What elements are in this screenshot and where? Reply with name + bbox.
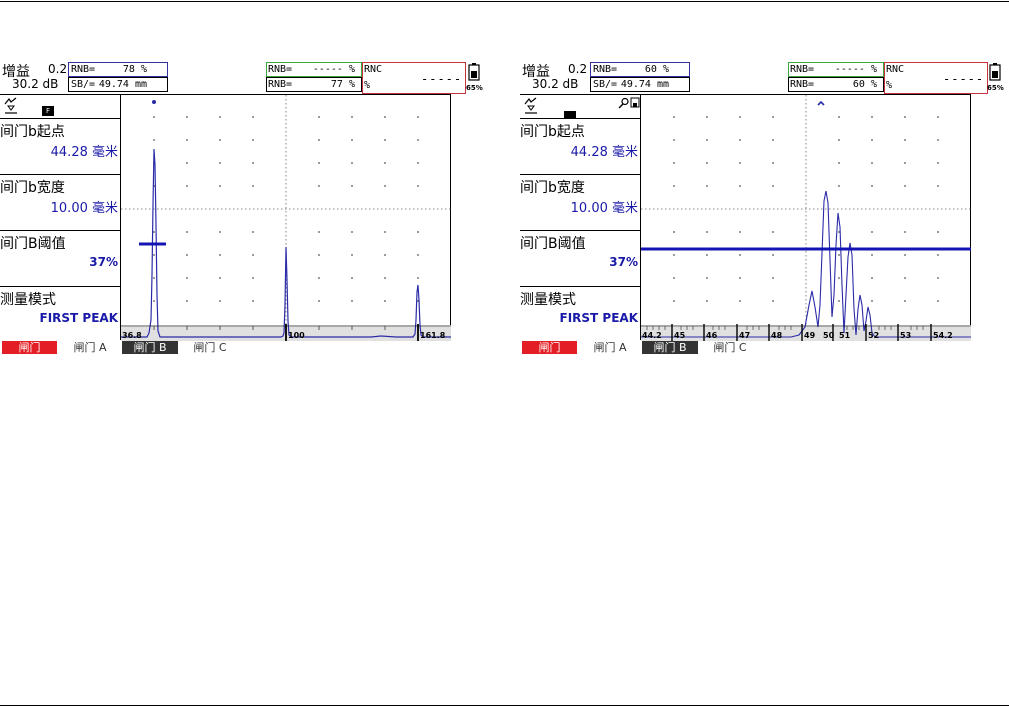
readout-1: RNB= 60 %: [590, 62, 690, 77]
ascan-display[interactable]: 36.8 100 161.8: [121, 94, 451, 341]
axis-tick-label: 100: [288, 331, 305, 340]
battery-percent: 65%: [466, 84, 483, 92]
gain-db[interactable]: 30.2 dB: [532, 77, 578, 91]
readout-2: SB/= 49.74 mm: [68, 77, 168, 92]
axis-tick-label: 51: [839, 331, 851, 340]
readout-1: RNB= 78 %: [68, 62, 168, 77]
menu-item-gate-width[interactable]: 间门b宽度 10.00 毫米: [0, 174, 121, 230]
top-rule: [0, 1, 1009, 2]
readout-2: SB/= 49.74 mm: [590, 77, 690, 92]
axis-tick-label: 53: [900, 331, 911, 340]
menu-item-gate-start[interactable]: 间门b起点 44.28 毫米: [0, 118, 121, 174]
tab-gate-a[interactable]: 闸门 A: [62, 341, 118, 354]
axis-tick-label: 50: [823, 331, 835, 340]
tab-gate-c[interactable]: 闸门 C: [702, 341, 758, 354]
axis-tick-label: 48: [771, 331, 783, 340]
status-badge: F: [42, 106, 54, 116]
battery-percent: 65%: [987, 84, 1004, 92]
readout-3: RNB= ----- %: [266, 62, 362, 77]
instrument-screen-1: 增益 0.2 30.2 dB RNB= 78 % SB/= 49.74 mm R…: [0, 60, 483, 356]
save-icon: [630, 97, 640, 108]
battery-icon: [989, 63, 1001, 81]
axis-tick-label: 49: [804, 331, 816, 340]
ascan-plot: 44.2 45 46 47 48 49 50 51 52 53 54.2: [641, 95, 971, 341]
axis-tick-label: 44.2: [642, 331, 662, 340]
bottom-rule: [0, 705, 1009, 706]
axis-tick-label: 52: [868, 331, 879, 340]
gain-step[interactable]: 0.2: [568, 62, 587, 76]
gain-db[interactable]: 30.2 dB: [12, 77, 58, 91]
axis-tick-label: 161.8: [420, 331, 446, 340]
tab-gate-c[interactable]: 闸门 C: [182, 341, 238, 354]
gate-start-marker: [152, 100, 156, 104]
axis-tick-label: 46: [706, 331, 718, 340]
zoom-icon: [618, 97, 629, 109]
readout-3: RNB= ----- %: [788, 62, 884, 77]
menu-item-gate-start[interactable]: 间门b起点 44.28 毫米: [520, 118, 641, 174]
readout-4: RNB= 77 %: [266, 77, 362, 92]
gate-start-marker: [817, 100, 825, 106]
axis-tick-label: 36.8: [122, 331, 142, 340]
rectify-icon: [4, 97, 17, 114]
ascan-plot: 36.8 100 161.8: [121, 95, 451, 341]
readout-5: RNC ----- %: [362, 62, 466, 94]
tab-gate-a[interactable]: 闸门 A: [582, 341, 638, 354]
axis-tick-label: 45: [674, 331, 686, 340]
menu-item-measure-mode[interactable]: 测量模式 FIRST PEAK: [0, 286, 121, 340]
rectify-icon: [524, 97, 537, 114]
menu-item-measure-mode[interactable]: 测量模式 FIRST PEAK: [520, 286, 641, 340]
instrument-screen-2: 增益 0.2 30.2 dB RNB= 60 % SB/= 49.74 mm R…: [520, 60, 1004, 356]
tab-gate[interactable]: 闸门: [522, 341, 577, 354]
tab-gate-b[interactable]: 闸门 B: [642, 341, 698, 354]
axis-tick-label: 47: [739, 331, 750, 340]
battery-icon: [468, 63, 480, 81]
menu-item-gate-width[interactable]: 间门b宽度 10.00 毫米: [520, 174, 641, 230]
menu-item-gate-threshold[interactable]: 间门B阈值 37%: [0, 230, 121, 286]
tab-gate[interactable]: 闸门: [2, 341, 57, 354]
readout-5: RNC ----- %: [884, 62, 988, 94]
tab-gate-b[interactable]: 闸门 B: [122, 341, 178, 354]
menu-item-gate-threshold[interactable]: 间门B阈值 37%: [520, 230, 641, 286]
ascan-display[interactable]: 44.2 45 46 47 48 49 50 51 52 53 54.2: [641, 94, 971, 341]
axis-tick-label: 54.2: [933, 331, 953, 340]
gain-step[interactable]: 0.2: [48, 62, 67, 76]
readout-4: RNB= 60 %: [788, 77, 884, 92]
